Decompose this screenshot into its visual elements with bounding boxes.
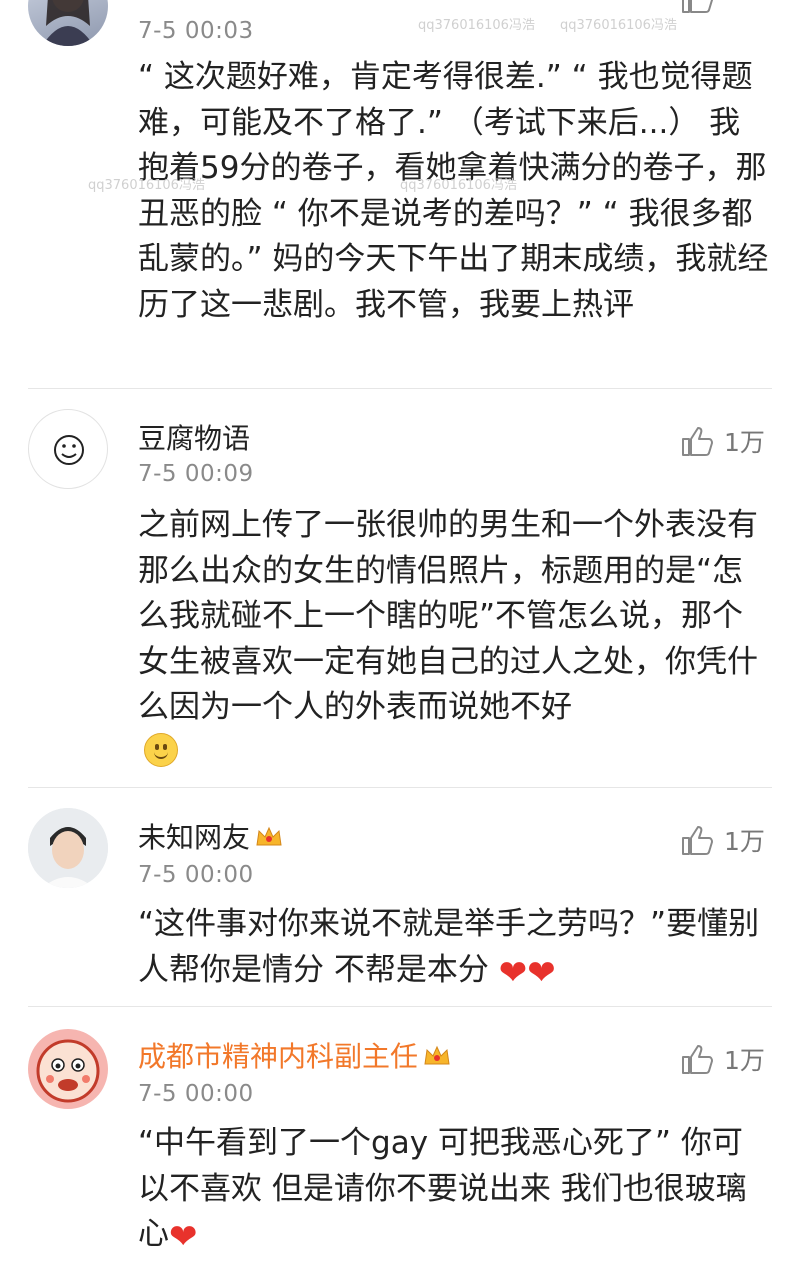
watermark: qq376016106冯浩 xyxy=(400,178,517,193)
watermark: qq376016106冯浩 xyxy=(418,18,535,33)
comment-text: “中午看到了一个gay 可把我恶心死了” 你可以不喜欢 但是请你不要说出来 我们… xyxy=(138,1125,747,1257)
like-count: 1万 xyxy=(724,827,765,856)
like-count: 1万 xyxy=(724,428,765,457)
thumbs-up-icon xyxy=(682,826,713,855)
comment-1: 7-5 00:03 “ 这次题好难，肯定考得很差.” “ 我也觉得题难，可能及不… xyxy=(0,0,800,388)
crown-icon xyxy=(424,1045,450,1065)
comment-text: 之前网上传了一张很帅的男生和一个外表没有那么出众的女生的情侣照片，标题用的是“怎… xyxy=(138,507,758,725)
watermark: qq376016106冯浩 xyxy=(88,178,205,193)
username[interactable]: 成都市精神内科副主任 xyxy=(138,1035,452,1075)
thumbs-up-icon xyxy=(682,1045,713,1074)
timestamp: 7-5 00:03 xyxy=(138,18,254,44)
username[interactable]: 未知网友 xyxy=(138,816,284,856)
thumbs-up-icon xyxy=(682,0,713,13)
avatar[interactable] xyxy=(28,409,108,489)
watermark: qq376016106冯浩 xyxy=(560,18,677,33)
like-button[interactable]: 1万 xyxy=(680,1039,770,1079)
avatar[interactable] xyxy=(28,808,108,888)
like-button[interactable]: 1万 xyxy=(680,421,770,461)
username[interactable]: 豆腐物语 xyxy=(138,417,250,457)
comment-text: “这件事对你来说不就是举手之劳吗？”要懂别人帮你是情分 不帮是本分 ❤❤ xyxy=(138,906,760,993)
avatar[interactable] xyxy=(28,0,108,46)
comment-2: 豆腐物语 7-5 00:09 1万 之前网上传了一张很帅的男生和一个外表没有那么… xyxy=(0,389,800,787)
crown-icon xyxy=(256,826,282,846)
timestamp: 7-5 00:09 xyxy=(138,461,254,487)
avatar-photo xyxy=(28,808,108,888)
username-text: 未知网友 xyxy=(138,821,251,854)
like-button[interactable] xyxy=(680,0,770,18)
comment-3: 未知网友 7-5 00:00 1万 “这件事对你来说不就是举手之劳吗？”要懂别人… xyxy=(0,788,800,1006)
avatar-photo xyxy=(42,0,94,46)
thumbs-up-icon xyxy=(682,427,713,456)
heart-icon: ❤ xyxy=(498,952,528,993)
heart-icon: ❤ xyxy=(169,1217,198,1257)
comment-4: 成都市精神内科副主任 7-5 00:00 1万 “中午看到了一个gay 可把我恶… xyxy=(0,1007,800,1280)
username-text: 成都市精神内科副主任 xyxy=(138,1040,419,1073)
smiley-icon xyxy=(54,435,84,465)
avatar[interactable] xyxy=(28,1029,108,1109)
smile-emoji-icon xyxy=(144,733,178,767)
timestamp: 7-5 00:00 xyxy=(138,1081,254,1107)
avatar-photo xyxy=(36,1039,100,1103)
like-button[interactable]: 1万 xyxy=(680,820,770,860)
timestamp: 7-5 00:00 xyxy=(138,862,254,888)
like-count: 1万 xyxy=(724,1046,765,1075)
heart-icon: ❤ xyxy=(527,952,556,993)
